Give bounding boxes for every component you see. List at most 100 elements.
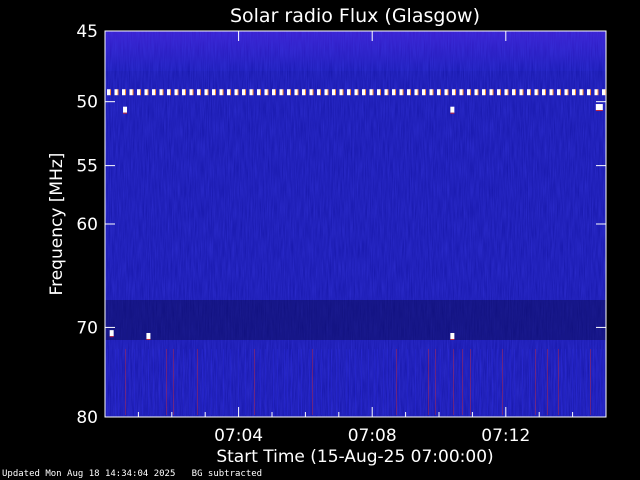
interference-dot-edge xyxy=(395,89,396,96)
x-tick-label: 07:08 xyxy=(348,426,397,446)
texture-stripe xyxy=(480,349,481,415)
interference-dot-edge xyxy=(230,89,231,96)
burst-mark xyxy=(595,104,603,111)
footer: Updated Mon Aug 18 14:34:04 2025 BG subt… xyxy=(2,469,262,479)
interference-dot xyxy=(429,89,433,96)
interference-dot xyxy=(309,89,313,96)
interference-dot-edge xyxy=(335,89,336,96)
interference-dot-edge xyxy=(447,89,449,96)
texture-stripe xyxy=(586,349,587,415)
burst-mark xyxy=(450,106,455,113)
interference-dot xyxy=(399,89,403,96)
texture-stripe xyxy=(522,349,523,415)
texture-stripe xyxy=(211,349,212,415)
interference-dot-edge xyxy=(387,89,389,96)
interference-dot-edge xyxy=(500,89,501,96)
burst-mark-edge xyxy=(123,112,128,114)
texture-stripe xyxy=(542,349,543,415)
texture-stripe xyxy=(223,349,224,415)
texture-stripe xyxy=(142,349,143,415)
interference-dot xyxy=(489,89,493,96)
interference-dot-edge xyxy=(492,89,494,96)
interference-dot-edge xyxy=(560,89,561,96)
texture-stripe xyxy=(361,349,362,415)
interference-dot xyxy=(272,89,275,96)
interference-dot xyxy=(392,89,395,96)
interference-dot-edge xyxy=(252,89,254,96)
texture-stripe xyxy=(336,349,337,415)
y-tick-label: 45 xyxy=(76,22,98,42)
texture-stripe xyxy=(510,349,511,415)
texture-stripe xyxy=(197,349,198,415)
interference-dot xyxy=(444,89,448,96)
interference-dot-edge xyxy=(177,89,179,96)
interference-dot-edge xyxy=(515,89,516,96)
texture-stripe xyxy=(355,349,356,415)
texture-stripe xyxy=(291,349,292,415)
texture-stripe xyxy=(415,349,416,415)
burst-mark xyxy=(450,332,455,339)
interference-dot xyxy=(324,89,328,96)
texture-stripe xyxy=(497,349,498,415)
interference-dot-edge xyxy=(530,89,531,96)
texture-stripe xyxy=(331,349,332,415)
interference-dot xyxy=(347,89,350,96)
texture-stripe xyxy=(301,349,302,415)
plot-area xyxy=(105,31,606,417)
y-tick-label: 70 xyxy=(76,318,98,338)
interference-dot-edge xyxy=(597,89,599,96)
interference-dot xyxy=(227,89,230,96)
interference-dot-edge xyxy=(485,89,486,96)
x-tick-label: 07:04 xyxy=(214,426,263,446)
interference-dot xyxy=(527,89,530,96)
texture-stripe xyxy=(265,349,266,415)
interference-dot-edge xyxy=(237,89,239,96)
interference-dot-edge xyxy=(132,89,134,96)
interference-dot xyxy=(497,89,500,96)
interference-dot xyxy=(384,89,388,96)
texture-stripe xyxy=(558,349,559,415)
texture-stripe xyxy=(250,349,251,415)
texture-stripe xyxy=(596,349,597,415)
texture-stripe xyxy=(448,349,449,415)
interference-dot-edge xyxy=(192,89,194,96)
texture-stripe xyxy=(473,349,474,415)
burst-mark xyxy=(109,330,114,337)
interference-dot xyxy=(287,89,290,96)
interference-dot-edge xyxy=(155,89,156,96)
interference-dot xyxy=(294,89,298,96)
interference-dot xyxy=(257,89,260,96)
interference-dot xyxy=(414,89,418,96)
texture-stripe xyxy=(254,349,255,415)
interference-dot xyxy=(219,89,223,96)
footer-note: BG subtracted xyxy=(191,469,263,479)
interference-dot xyxy=(519,89,523,96)
interference-dot xyxy=(107,89,110,96)
interference-dot-edge xyxy=(582,89,584,96)
interference-dot-edge xyxy=(275,89,276,96)
texture-stripe xyxy=(572,349,573,415)
texture-stripe xyxy=(346,349,347,415)
interference-dot xyxy=(354,89,358,96)
texture-stripe xyxy=(339,349,340,415)
burst-mark-edge xyxy=(450,338,455,340)
interference-dot xyxy=(122,89,125,96)
texture-stripe xyxy=(125,349,126,415)
interference-dot xyxy=(137,89,140,96)
interference-dot xyxy=(167,89,170,96)
texture-stripe xyxy=(166,349,167,415)
interference-dot xyxy=(459,89,463,96)
interference-dot xyxy=(369,89,373,96)
interference-dot xyxy=(332,89,335,96)
interference-dot-edge xyxy=(327,89,329,96)
interference-dot-edge xyxy=(567,89,569,96)
interference-dot xyxy=(317,89,320,96)
burst-mark-edge xyxy=(595,110,603,112)
texture-stripe xyxy=(159,349,160,415)
interference-dot xyxy=(279,89,283,96)
texture-stripe xyxy=(316,349,317,415)
interference-dot-edge xyxy=(575,89,576,96)
interference-dot xyxy=(482,89,485,96)
interference-dot xyxy=(129,89,133,96)
interference-dot xyxy=(204,89,208,96)
